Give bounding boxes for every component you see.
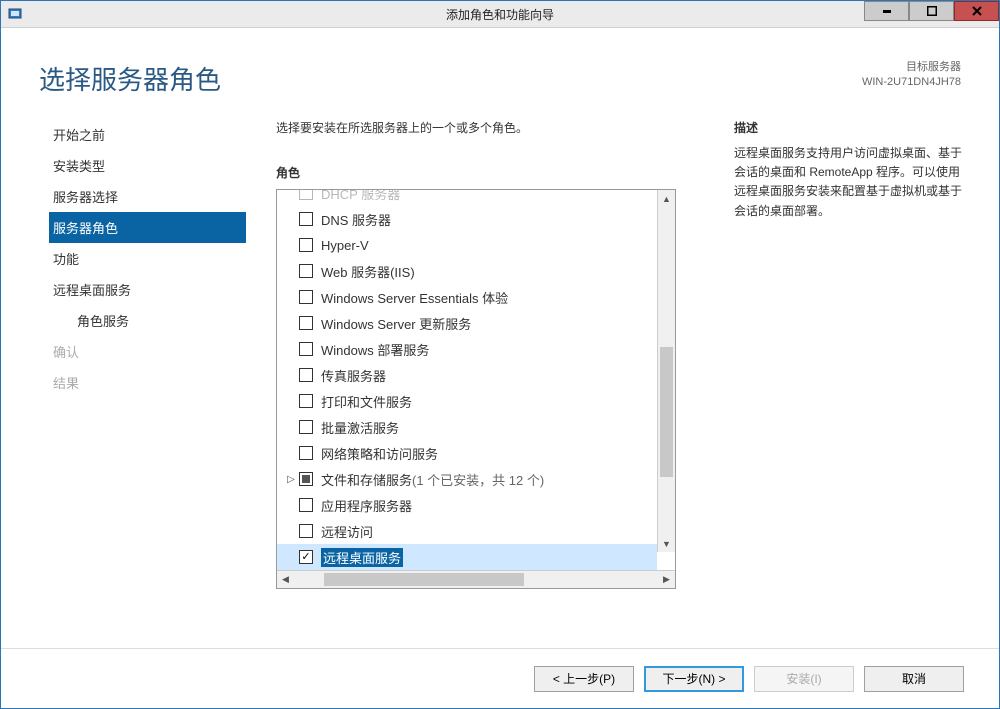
roles-label: 角色 [276,164,714,181]
role-label: 远程桌面服务 [321,548,403,567]
sidebar-item-4[interactable]: 功能 [49,243,246,274]
sidebar-item-6[interactable]: 角色服务 [49,305,246,336]
role-label: Windows Server Essentials 体验 [321,288,508,307]
role-checkbox[interactable] [299,342,313,356]
scroll-left-icon[interactable]: ◀ [277,571,294,588]
horizontal-scrollbar[interactable]: ◀ ▶ [277,570,675,588]
main-panel: 选择要安装在所选服务器上的一个或多个角色。 角色 DHCP 服务器 DNS 服务器… [246,107,964,648]
role-label: 应用程序服务器 [321,496,412,515]
role-label: Hyper-V [321,238,369,253]
app-icon [8,6,24,22]
sidebar-item-2[interactable]: 服务器选择 [49,181,246,212]
maximize-button[interactable] [909,1,954,21]
wizard-window: 添加角色和功能向导 选择服务器角色 目标服务器 WIN-2U71DN4JH78 … [0,0,1000,709]
role-row-7[interactable]: 传真服务器 [277,362,657,388]
role-row-13[interactable]: 远程访问 [277,518,657,544]
role-row-12[interactable]: 应用程序服务器 [277,492,657,518]
description-column: 描述 远程桌面服务支持用户访问虚拟桌面、基于会话的桌面和 RemoteApp 程… [714,119,964,648]
role-label: Web 服务器(IIS) [321,262,415,281]
roles-column: 选择要安装在所选服务器上的一个或多个角色。 角色 DHCP 服务器 DNS 服务器… [276,119,714,648]
window-controls [864,1,999,21]
role-label: DNS 服务器 [321,210,391,229]
role-label: 打印和文件服务 [321,392,412,411]
role-row-8[interactable]: 打印和文件服务 [277,388,657,414]
minimize-button[interactable] [864,1,909,21]
role-checkbox[interactable] [299,498,313,512]
role-checkbox[interactable] [299,446,313,460]
next-button[interactable]: 下一步(N) > [644,666,744,692]
role-checkbox[interactable] [299,472,313,486]
header: 选择服务器角色 目标服务器 WIN-2U71DN4JH78 [1,28,999,107]
sidebar-item-8: 结果 [49,367,246,398]
close-button[interactable] [954,1,999,21]
role-checkbox[interactable] [299,212,313,226]
sidebar-item-7: 确认 [49,336,246,367]
role-sublabel: (1 个已安装，共 12 个) [412,470,544,489]
vertical-scrollbar[interactable]: ▲ ▼ [657,190,675,552]
window-title: 添加角色和功能向导 [1,6,999,23]
role-row-4[interactable]: Windows Server Essentials 体验 [277,284,657,310]
target-server-box: 目标服务器 WIN-2U71DN4JH78 [862,60,961,91]
expand-icon[interactable]: ▷ [283,474,299,485]
body: 开始之前安装类型服务器选择服务器角色功能远程桌面服务角色服务确认结果 选择要安装… [1,107,999,648]
role-label: 文件和存储服务 [321,470,412,489]
role-row-0[interactable]: DHCP 服务器 [277,190,657,206]
roles-listbox: DHCP 服务器 DNS 服务器 Hyper-V Web 服务器(IIS) Window… [276,189,676,589]
role-row-14[interactable]: 远程桌面服务 [277,544,657,570]
target-label: 目标服务器 [862,60,961,75]
role-checkbox[interactable] [299,316,313,330]
role-row-9[interactable]: 批量激活服务 [277,414,657,440]
description-label: 描述 [734,119,964,136]
role-label: 传真服务器 [321,366,386,385]
titlebar: 添加角色和功能向导 [1,1,999,28]
role-checkbox[interactable] [299,420,313,434]
role-row-1[interactable]: DNS 服务器 [277,206,657,232]
role-label: 远程访问 [321,522,373,541]
role-checkbox[interactable] [299,290,313,304]
role-row-5[interactable]: Windows Server 更新服务 [277,310,657,336]
role-row-6[interactable]: Windows 部署服务 [277,336,657,362]
role-checkbox[interactable] [299,550,313,564]
sidebar: 开始之前安装类型服务器选择服务器角色功能远程桌面服务角色服务确认结果 [1,107,246,648]
role-label: 批量激活服务 [321,418,399,437]
role-checkbox[interactable] [299,190,313,200]
role-row-3[interactable]: Web 服务器(IIS) [277,258,657,284]
page-title: 选择服务器角色 [39,60,221,97]
hscroll-track[interactable] [294,571,658,588]
role-checkbox[interactable] [299,524,313,538]
role-checkbox[interactable] [299,394,313,408]
content-area: 选择服务器角色 目标服务器 WIN-2U71DN4JH78 开始之前安装类型服务… [1,28,999,708]
scroll-up-icon[interactable]: ▲ [658,190,675,207]
role-row-11[interactable]: ▷ 文件和存储服务 (1 个已安装，共 12 个) [277,466,657,492]
hscroll-thumb[interactable] [324,573,524,586]
sidebar-item-0[interactable]: 开始之前 [49,119,246,150]
scroll-thumb[interactable] [660,347,673,477]
cancel-button[interactable]: 取消 [864,666,964,692]
scroll-track[interactable] [658,207,675,535]
roles-items: DHCP 服务器 DNS 服务器 Hyper-V Web 服务器(IIS) Window… [277,190,657,570]
install-button: 安装(I) [754,666,854,692]
role-label: DHCP 服务器 [321,190,400,203]
sidebar-item-1[interactable]: 安装类型 [49,150,246,181]
button-bar: < 上一步(P) 下一步(N) > 安装(I) 取消 [1,648,999,708]
role-row-2[interactable]: Hyper-V [277,232,657,258]
role-label: 网络策略和访问服务 [321,444,438,463]
sidebar-item-5[interactable]: 远程桌面服务 [49,274,246,305]
previous-button[interactable]: < 上一步(P) [534,666,634,692]
instruction-text: 选择要安装在所选服务器上的一个或多个角色。 [276,119,714,136]
role-checkbox[interactable] [299,264,313,278]
role-checkbox[interactable] [299,238,313,252]
roles-list-inner: DHCP 服务器 DNS 服务器 Hyper-V Web 服务器(IIS) Window… [277,190,675,570]
role-label: Windows 部署服务 [321,340,429,359]
role-label: Windows Server 更新服务 [321,314,471,333]
sidebar-item-3[interactable]: 服务器角色 [49,212,246,243]
target-name: WIN-2U71DN4JH78 [862,75,961,90]
role-checkbox[interactable] [299,368,313,382]
scroll-down-icon[interactable]: ▼ [658,535,675,552]
scroll-right-icon[interactable]: ▶ [658,571,675,588]
description-text: 远程桌面服务支持用户访问虚拟桌面、基于会话的桌面和 RemoteApp 程序。可… [734,144,964,221]
role-row-10[interactable]: 网络策略和访问服务 [277,440,657,466]
